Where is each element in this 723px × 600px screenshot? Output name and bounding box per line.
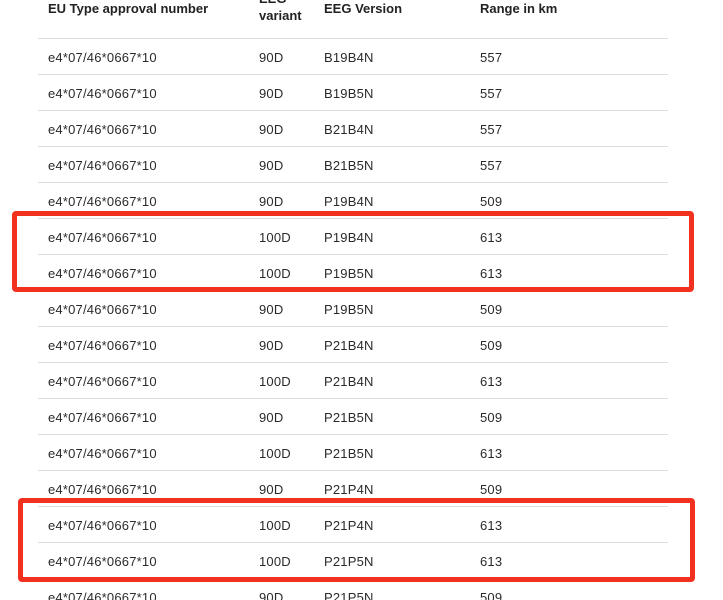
cell-eeg-variant: 100D	[259, 266, 291, 281]
cell-range-km: 509	[480, 338, 503, 353]
cell-approval-number: e4*07/46*0667*10	[48, 122, 157, 137]
cell-eeg-version: B19B5N	[324, 86, 374, 101]
cell-approval-number: e4*07/46*0667*10	[48, 590, 157, 600]
cell-eeg-variant: 100D	[259, 446, 291, 461]
cell-approval-number: e4*07/46*0667*10	[48, 230, 157, 245]
cell-eeg-variant: 100D	[259, 554, 291, 569]
cell-eeg-version: P21P4N	[324, 482, 374, 497]
cell-eeg-version: P19B4N	[324, 230, 374, 245]
cell-eeg-variant: 90D	[259, 338, 284, 353]
header-eeg-variant: EEG variant	[259, 0, 302, 23]
table-row: e4*07/46*0667*10 90D P19B5N 509	[38, 291, 668, 327]
cell-range-km: 557	[480, 122, 503, 137]
cell-range-km: 509	[480, 194, 503, 209]
cell-eeg-variant: 90D	[259, 50, 284, 65]
cell-range-km: 557	[480, 158, 503, 173]
table-row: e4*07/46*0667*10 100D P21B4N 613	[38, 363, 668, 399]
cell-range-km: 509	[480, 590, 503, 600]
cell-approval-number: e4*07/46*0667*10	[48, 518, 157, 533]
cell-eeg-version: P19B5N	[324, 266, 374, 281]
table-row: e4*07/46*0667*10 90D B19B4N 557	[38, 39, 668, 75]
cell-approval-number: e4*07/46*0667*10	[48, 554, 157, 569]
cell-approval-number: e4*07/46*0667*10	[48, 338, 157, 353]
cell-approval-number: e4*07/46*0667*10	[48, 410, 157, 425]
cell-eeg-version: B21B5N	[324, 158, 374, 173]
cell-eeg-version: P21B4N	[324, 374, 374, 389]
cell-eeg-version: P19B4N	[324, 194, 374, 209]
header-range-km: Range in km	[480, 1, 558, 16]
cell-eeg-version: P21P4N	[324, 518, 374, 533]
cell-eeg-variant: 90D	[259, 410, 284, 425]
cell-approval-number: e4*07/46*0667*10	[48, 374, 157, 389]
table-row: e4*07/46*0667*10 90D P21P4N 509	[38, 471, 668, 507]
cell-eeg-version: P21B5N	[324, 410, 374, 425]
cell-eeg-variant: 90D	[259, 122, 284, 137]
cell-approval-number: e4*07/46*0667*10	[48, 302, 157, 317]
cell-range-km: 613	[480, 230, 503, 245]
cell-eeg-version: P21B5N	[324, 446, 374, 461]
cell-range-km: 557	[480, 86, 503, 101]
cell-approval-number: e4*07/46*0667*10	[48, 86, 157, 101]
table-body: e4*07/46*0667*10 90D B19B4N 557 e4*07/46*066…	[38, 39, 668, 600]
cell-eeg-variant: 90D	[259, 158, 284, 173]
cell-eeg-variant: 100D	[259, 518, 291, 533]
cell-range-km: 557	[480, 50, 503, 65]
cell-eeg-variant: 90D	[259, 194, 284, 209]
cell-range-km: 613	[480, 374, 503, 389]
cell-approval-number: e4*07/46*0667*10	[48, 50, 157, 65]
table-row: e4*07/46*0667*10 90D B21B5N 557	[38, 147, 668, 183]
table-row: e4*07/46*0667*10 100D P21P5N 613	[38, 543, 668, 579]
cell-approval-number: e4*07/46*0667*10	[48, 158, 157, 173]
spec-sheet: EU Type approval number EEG variant EEG …	[0, 0, 723, 600]
table-row: e4*07/46*0667*10 90D P21B5N 509	[38, 399, 668, 435]
cell-eeg-variant: 90D	[259, 590, 284, 600]
cell-approval-number: e4*07/46*0667*10	[48, 194, 157, 209]
cell-eeg-variant: 100D	[259, 230, 291, 245]
table-row: e4*07/46*0667*10 100D P21P4N 613	[38, 507, 668, 543]
type-approval-table: EU Type approval number EEG variant EEG …	[38, 0, 668, 600]
header-eeg-version: EEG Version	[324, 1, 403, 16]
cell-eeg-version: P21B4N	[324, 338, 374, 353]
cell-eeg-variant: 90D	[259, 86, 284, 101]
cell-eeg-version: P21P5N	[324, 590, 374, 600]
header-approval-number: EU Type approval number	[48, 1, 209, 16]
cell-eeg-version: B21B4N	[324, 122, 374, 137]
cell-eeg-variant: 90D	[259, 302, 284, 317]
table-row: e4*07/46*0667*10 100D P19B5N 613	[38, 255, 668, 291]
cell-eeg-version: P19B5N	[324, 302, 374, 317]
table-row: e4*07/46*0667*10 100D P21B5N 613	[38, 435, 668, 471]
cell-approval-number: e4*07/46*0667*10	[48, 446, 157, 461]
table-row: e4*07/46*0667*10 90D P19B4N 509	[38, 183, 668, 219]
table-row: e4*07/46*0667*10 100D P19B4N 613	[38, 219, 668, 255]
table-row: e4*07/46*0667*10 90D B19B5N 557	[38, 75, 668, 111]
cell-range-km: 509	[480, 482, 503, 497]
cell-eeg-variant: 90D	[259, 482, 284, 497]
cell-range-km: 509	[480, 410, 503, 425]
cell-range-km: 509	[480, 302, 503, 317]
cell-eeg-variant: 100D	[259, 374, 291, 389]
cell-approval-number: e4*07/46*0667*10	[48, 482, 157, 497]
cell-range-km: 613	[480, 554, 503, 569]
cell-eeg-version: B19B4N	[324, 50, 374, 65]
cell-eeg-version: P21P5N	[324, 554, 374, 569]
table-row: e4*07/46*0667*10 90D P21B4N 509	[38, 327, 668, 363]
cell-range-km: 613	[480, 266, 503, 281]
cell-range-km: 613	[480, 446, 503, 461]
table-header-row: EU Type approval number EEG variant EEG …	[38, 0, 668, 39]
table-row: e4*07/46*0667*10 90D B21B4N 557	[38, 111, 668, 147]
cell-approval-number: e4*07/46*0667*10	[48, 266, 157, 281]
table-row: e4*07/46*0667*10 90D P21P5N 509	[38, 579, 668, 600]
cell-range-km: 613	[480, 518, 503, 533]
